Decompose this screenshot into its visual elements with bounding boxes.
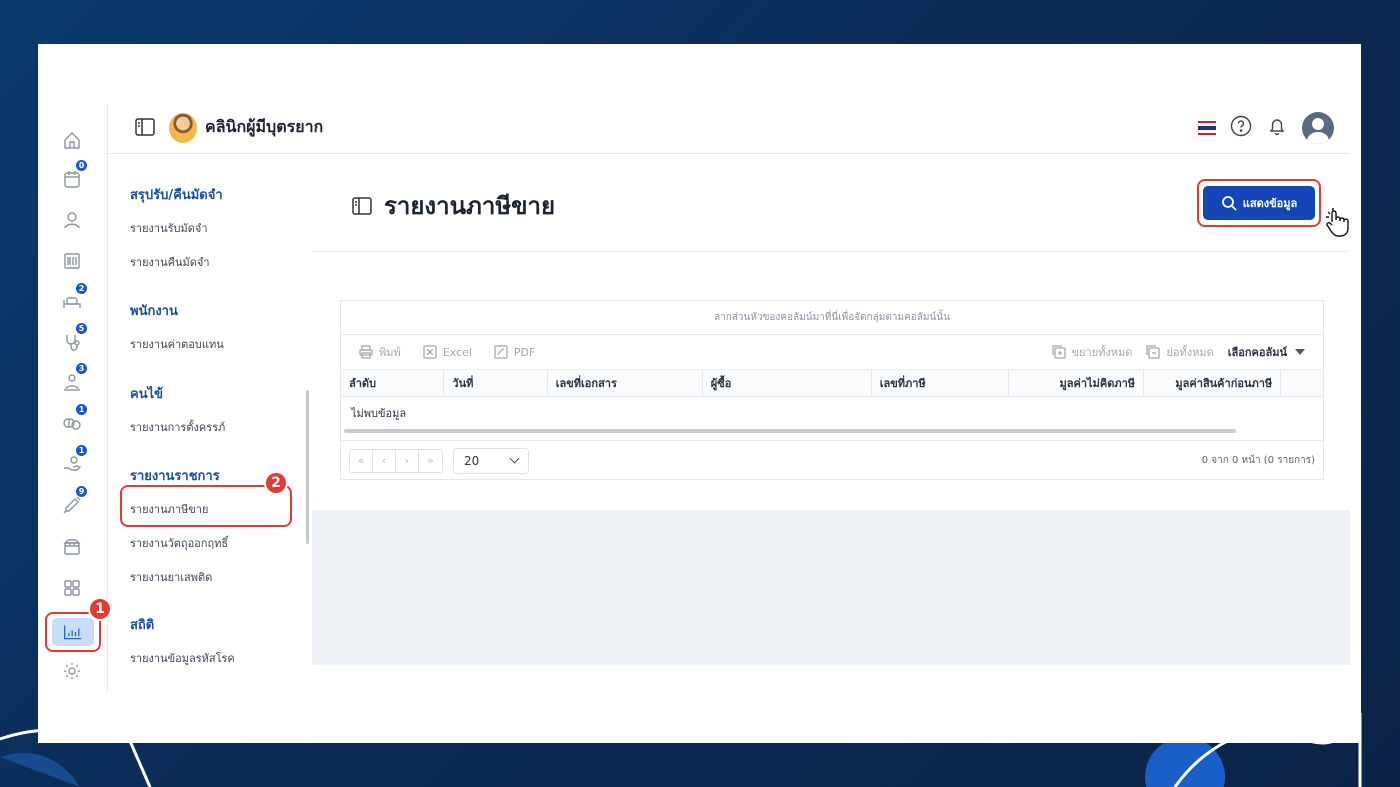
app-window: 0253119 1 คลินิกผู้มีบุตรยาก สรุปรับ/คืน… — [38, 44, 1361, 743]
column-chooser[interactable]: เลือกคอลัมน์ — [1228, 343, 1305, 361]
prev-page-button[interactable]: ‹ — [373, 449, 396, 472]
count-badge: 9 — [75, 485, 88, 498]
count-badge: 2 — [75, 282, 88, 295]
clinic-name: คลินิกผู้มีบุตรยาก — [205, 117, 324, 136]
search-icon — [1221, 196, 1237, 211]
table-header: ลำดับ วันที่ เลขที่เอกสาร ผู้ซื้อ เลขที่ภาษี… — [341, 369, 1323, 397]
report-book-icon — [352, 196, 372, 215]
sidebar-toggle-icon[interactable] — [135, 117, 155, 138]
count-badge: 3 — [75, 362, 88, 375]
collapse-all-button[interactable]: ย่อทั้งหมด — [1146, 343, 1214, 361]
column-header[interactable]: เลขที่ภาษี — [872, 370, 1009, 396]
collapse-icon — [1146, 345, 1161, 359]
pdf-button[interactable]: PDF — [494, 345, 535, 359]
printer-icon — [359, 345, 373, 359]
count-badge: 0 — [75, 159, 88, 172]
syringe-icon[interactable]: 9 — [60, 485, 88, 517]
page-header: รายงานภาษีขาย แสดงข้อมูล — [312, 154, 1350, 252]
stethoscope-icon[interactable]: 5 — [60, 322, 88, 354]
barcode-icon[interactable] — [60, 249, 84, 273]
print-button[interactable]: พิมพ์ — [359, 343, 401, 361]
menu-item[interactable]: รายงานข้อมูลรหัสโรค — [130, 649, 235, 665]
top-bar: คลินิกผู้มีบุตรยาก — [108, 102, 1350, 154]
menu-group-title: สถิติ — [130, 618, 155, 633]
hand-cursor-icon — [1326, 208, 1349, 237]
box-icon[interactable] — [60, 535, 84, 559]
menu-item[interactable]: รายงานคืนมัดจำ — [130, 253, 210, 271]
menu-group-title: สรุปรับ/คืนมัดจำ — [130, 188, 223, 203]
pager: « ‹ › » 20 0 จาก 0 หน้า (0 รายการ) — [341, 440, 1323, 480]
show-data-button[interactable]: แสดงข้อมูล — [1203, 186, 1315, 220]
patient-queue-icon[interactable]: 3 — [60, 362, 88, 394]
expand-all-button[interactable]: ขยายทั้งหมด — [1051, 343, 1133, 361]
menu-group-title: คนไข้ — [130, 387, 164, 402]
first-page-button[interactable]: « — [350, 449, 373, 472]
page-size-value: 20 — [464, 453, 480, 468]
main-content: รายงานภาษีขาย แสดงข้อมูล ลากส่วนหัวของคอ… — [312, 154, 1350, 665]
count-badge: 1 — [75, 444, 88, 457]
next-page-button[interactable]: › — [396, 449, 419, 472]
pills-icon[interactable]: 1 — [60, 403, 88, 435]
page-title: รายงานภาษีขาย — [384, 192, 556, 220]
show-data-highlight: แสดงข้อมูล — [1197, 179, 1321, 227]
calendar-icon[interactable]: 0 — [60, 159, 88, 191]
active-menu-highlight — [120, 485, 292, 527]
column-header[interactable]: ผู้ซื้อ — [703, 370, 872, 396]
grid-container: ลากส่วนหัวของคอลัมน์มาที่นี่เพื่อจัดกลุ่… — [312, 252, 1350, 510]
menu-item[interactable]: รายงานรับมัดจำ — [130, 219, 208, 237]
column-header[interactable]: ลำดับ — [341, 370, 445, 396]
show-data-label: แสดงข้อมูล — [1242, 198, 1298, 210]
group-panel[interactable]: ลากส่วนหัวของคอลัมน์มาที่นี่เพื่อจัดกลุ่… — [341, 301, 1323, 335]
pdf-icon — [494, 345, 508, 359]
grid-toolbar: พิมพ์ Excel PDF ขยายทั้งหมด ย่อทั้งหมด เ… — [341, 335, 1323, 369]
column-header-filler — [1281, 370, 1323, 396]
expand-all-label: ขยายทั้งหมด — [1071, 346, 1133, 359]
thai-flag-icon[interactable] — [1198, 121, 1216, 135]
menu-item[interactable]: รายงานการตั้งครรภ์ — [130, 418, 225, 436]
data-grid: ลากส่วนหัวของคอลัมน์มาที่นี่เพื่อจัดกลุ่… — [340, 300, 1324, 480]
hand-money-icon[interactable]: 1 — [60, 444, 88, 476]
pdf-label: PDF — [513, 345, 536, 359]
expand-icon — [1051, 345, 1066, 359]
menu-group-title: พนักงาน — [130, 304, 178, 319]
collapse-all-label: ย่อทั้งหมด — [1166, 346, 1214, 359]
user-avatar[interactable] — [1302, 112, 1334, 144]
step-2-marker: 2 — [264, 471, 288, 495]
grid-icon[interactable] — [60, 576, 84, 600]
help-icon[interactable] — [1230, 115, 1252, 141]
stethoscope-bed-icon[interactable]: 2 — [60, 282, 88, 314]
last-page-button[interactable]: » — [419, 450, 442, 472]
chevron-down-icon — [509, 453, 520, 464]
excel-label: Excel — [442, 345, 472, 359]
home-icon[interactable] — [60, 128, 84, 152]
print-label: พิมพ์ — [379, 346, 401, 359]
no-data-text: ไม่พบข้อมูล — [351, 407, 407, 420]
report-menu: สรุปรับ/คืนมัดจำรายงานรับมัดจำรายงานคืนม… — [108, 154, 312, 665]
column-header[interactable]: มูลค่าไม่คิดภาษี — [1009, 370, 1145, 396]
menu-scrollbar[interactable] — [306, 390, 309, 544]
menu-group-title: รายงานราชการ — [130, 469, 220, 484]
settings-icon[interactable] — [60, 659, 84, 683]
horizontal-scrollbar[interactable] — [344, 429, 1236, 433]
column-header[interactable]: วันที่ — [444, 370, 548, 396]
count-badge: 5 — [75, 322, 88, 335]
column-header[interactable]: เลขที่เอกสาร — [548, 370, 703, 396]
clinic-logo — [169, 112, 197, 143]
report-chart-icon[interactable] — [52, 618, 94, 646]
menu-item[interactable]: รายงานวัตถุออกฤทธิ์ — [130, 534, 228, 552]
page-size-select[interactable]: 20 — [453, 447, 529, 474]
user-icon[interactable] — [60, 208, 84, 232]
menu-item[interactable]: รายงานค่าตอบแทน — [130, 335, 224, 353]
bell-icon[interactable] — [1266, 115, 1288, 141]
count-badge: 1 — [75, 403, 88, 416]
excel-icon — [423, 345, 437, 359]
column-chooser-label: เลือกคอลัมน์ — [1227, 346, 1287, 359]
pager-nav: « ‹ › » — [349, 448, 443, 473]
menu-item[interactable]: รายงานยาเสพติด — [130, 568, 212, 586]
pager-info: 0 จาก 0 หน้า (0 รายการ) — [1201, 455, 1315, 466]
column-header[interactable]: มูลค่าสินค้าก่อนภาษี — [1144, 370, 1282, 396]
caret-down-icon — [1295, 349, 1305, 355]
excel-button[interactable]: Excel — [423, 345, 472, 359]
